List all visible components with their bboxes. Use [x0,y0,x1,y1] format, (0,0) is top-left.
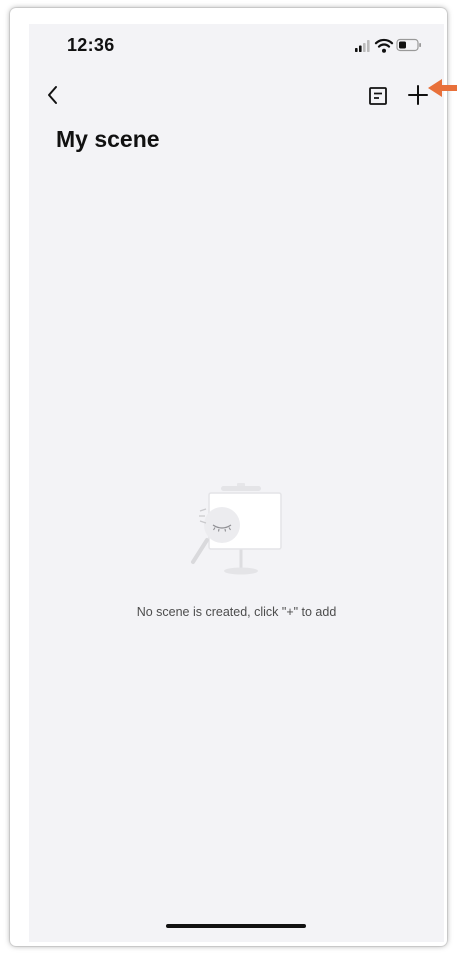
signal-icon [355,40,370,52]
navigation-bar [29,76,444,116]
page-title: My scene [56,126,160,152]
scene-log-button[interactable] [364,82,392,110]
document-list-icon [369,87,387,105]
empty-state-message: No scene is created, click "+" to add [136,605,337,619]
status-time: 12:36 [67,35,115,55]
home-indicator [166,924,306,928]
status-icons [355,38,421,53]
status-bar: 12:36 [29,24,444,64]
app-screen: 12:36 My scene No scene is created, clic… [29,24,444,942]
wifi-icon [374,38,394,53]
annotation-arrow-icon [428,79,457,97]
empty-scene-illustration [191,483,282,575]
back-button[interactable] [39,80,69,110]
battery-icon [396,38,421,52]
screenshot-frame: 12:36 My scene No scene is created, clic… [0,0,457,954]
phone-frame: 12:36 My scene No scene is created, clic… [10,8,447,946]
chevron-left-icon [48,86,57,104]
